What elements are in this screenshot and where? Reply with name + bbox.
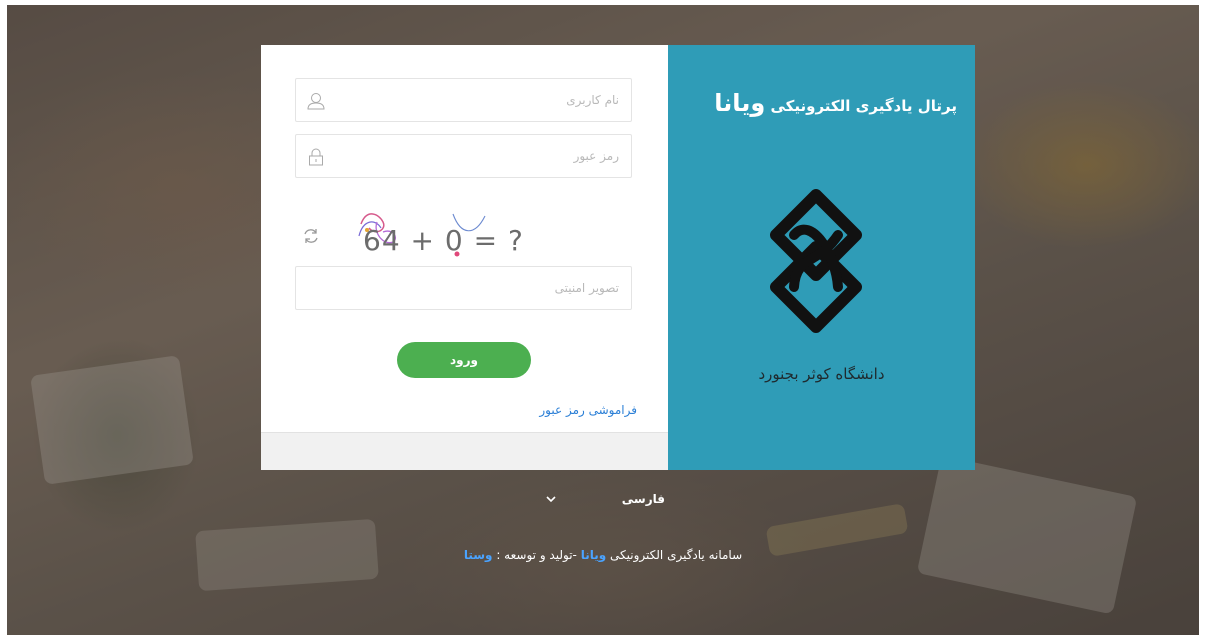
login-button[interactable]: ورود [397,342,531,378]
password-input[interactable] [296,135,631,177]
language-selector[interactable]: فارسی [545,488,665,510]
login-card: 64 + 0 = ? ورود فراموشی رمز عبور پرتال ی… [261,45,975,470]
password-field[interactable] [295,134,632,178]
chevron-down-icon [546,496,556,503]
background-shape [916,455,1138,615]
security-code-field[interactable] [295,266,632,310]
portal-title-prefix: پرتال یادگیری الکترونیکی [770,97,957,115]
branding-panel: پرتال یادگیری الکترونیکی ویانا دانشگاه ک… [668,45,975,470]
portal-brand: ویانا [714,89,766,117]
developer-link[interactable]: وستا [464,548,493,562]
university-name: دانشگاه کوثر بجنورد [758,365,885,383]
captcha-row: 64 + 0 = ? [301,210,541,260]
captcha-image: 64 + 0 = ? [358,213,524,257]
university-logo [770,189,862,333]
footer-text-before: سامانه یادگیری الکترونیکی [610,548,743,562]
form-footer-bar [261,432,668,470]
portal-title: پرتال یادگیری الکترونیکی ویانا [714,89,957,117]
footer-brand-link[interactable]: ویانا [581,548,606,562]
footer-text-middle: -تولید و توسعه : [496,548,577,562]
background-shape [30,355,194,485]
language-label: فارسی [621,492,665,506]
refresh-icon[interactable] [301,226,321,246]
security-code-input[interactable] [296,267,631,309]
user-icon [307,93,325,110]
login-form-panel: 64 + 0 = ? ورود فراموشی رمز عبور [261,45,668,470]
username-input[interactable] [296,79,631,121]
forgot-password-link[interactable]: فراموشی رمز عبور [539,403,637,417]
lock-icon [309,148,323,166]
captcha-text: 64 + 0 = ? [363,224,524,257]
footer-credits: سامانه یادگیری الکترونیکی ویانا -تولید و… [0,548,1206,562]
username-field[interactable] [295,78,632,122]
